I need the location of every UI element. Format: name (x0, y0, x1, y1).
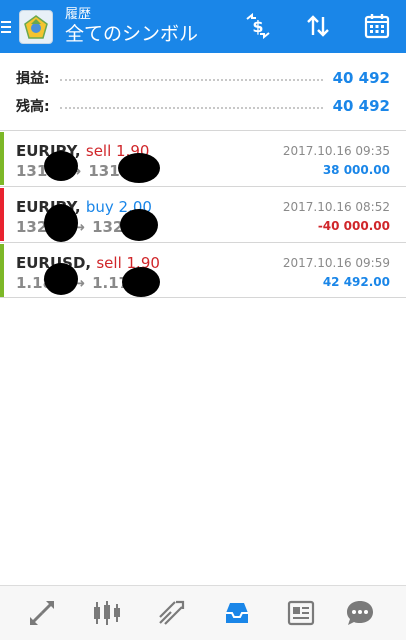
redaction-mark (44, 204, 78, 242)
chart-candles-icon[interactable] (92, 598, 122, 628)
header-titles: 履歴 全てのシンボル (65, 7, 198, 46)
redaction-mark (118, 153, 160, 183)
calendar-icon[interactable] (362, 11, 392, 41)
trade-time: 2017.10.16 09:35 (282, 144, 390, 158)
trade-icon[interactable] (156, 598, 186, 628)
redaction-mark (120, 209, 158, 241)
chat-icon[interactable] (345, 598, 375, 628)
balance-row: 残高: 40 492 (16, 94, 390, 118)
trade-row[interactable]: EURUSD, sell 1.90 1.18 → 1.17 2017.10.16… (0, 243, 406, 298)
history-icon[interactable] (222, 598, 252, 628)
price-close: 131 (88, 162, 120, 180)
profit-row: 損益: 40 492 (16, 66, 390, 90)
price-open: 131 (16, 162, 48, 180)
dotted-leader (59, 107, 323, 109)
redaction-mark (122, 267, 160, 297)
price-close: 132 (92, 218, 124, 236)
news-icon[interactable] (286, 598, 316, 628)
profit-value: 40 492 (332, 69, 390, 87)
trade-time: 2017.10.16 09:59 (282, 256, 390, 270)
trade-row[interactable]: EURJPY, sell 1.90 131 → 131 2017.10.16 0… (0, 131, 406, 186)
trade-time: 2017.10.16 08:52 (282, 200, 390, 214)
app-logo-icon (19, 9, 53, 44)
trade-profit: 38 000.00 (322, 163, 390, 177)
header-subtitle: 履歴 (65, 7, 92, 22)
profit-label: 損益: (16, 71, 50, 87)
redaction-mark (44, 151, 78, 181)
trade-profit: -40 000.00 (317, 219, 390, 233)
header-title[interactable]: 全てのシンボル (65, 22, 198, 46)
trade-row[interactable]: EURJPY, buy 2.00 132. → 132 2017.10.16 0… (0, 187, 406, 242)
divider (0, 297, 406, 298)
trade-profit: 42 492.00 (322, 275, 390, 289)
bottom-nav (0, 585, 406, 640)
dotted-leader (59, 79, 323, 81)
status-bar (0, 188, 4, 241)
quotes-icon[interactable] (27, 598, 57, 628)
status-bar (0, 132, 4, 185)
exchange-dollar-icon[interactable]: $ (243, 11, 273, 41)
sort-icon[interactable] (303, 11, 333, 41)
summary-panel: 損益: 40 492 残高: 40 492 (0, 53, 406, 131)
menu-icon[interactable] (1, 20, 13, 33)
status-bar (0, 244, 4, 297)
app-header: 履歴 全てのシンボル $ (0, 0, 406, 53)
balance-label: 残高: (16, 99, 50, 115)
balance-value: 40 492 (332, 97, 390, 115)
redaction-mark (44, 263, 78, 295)
